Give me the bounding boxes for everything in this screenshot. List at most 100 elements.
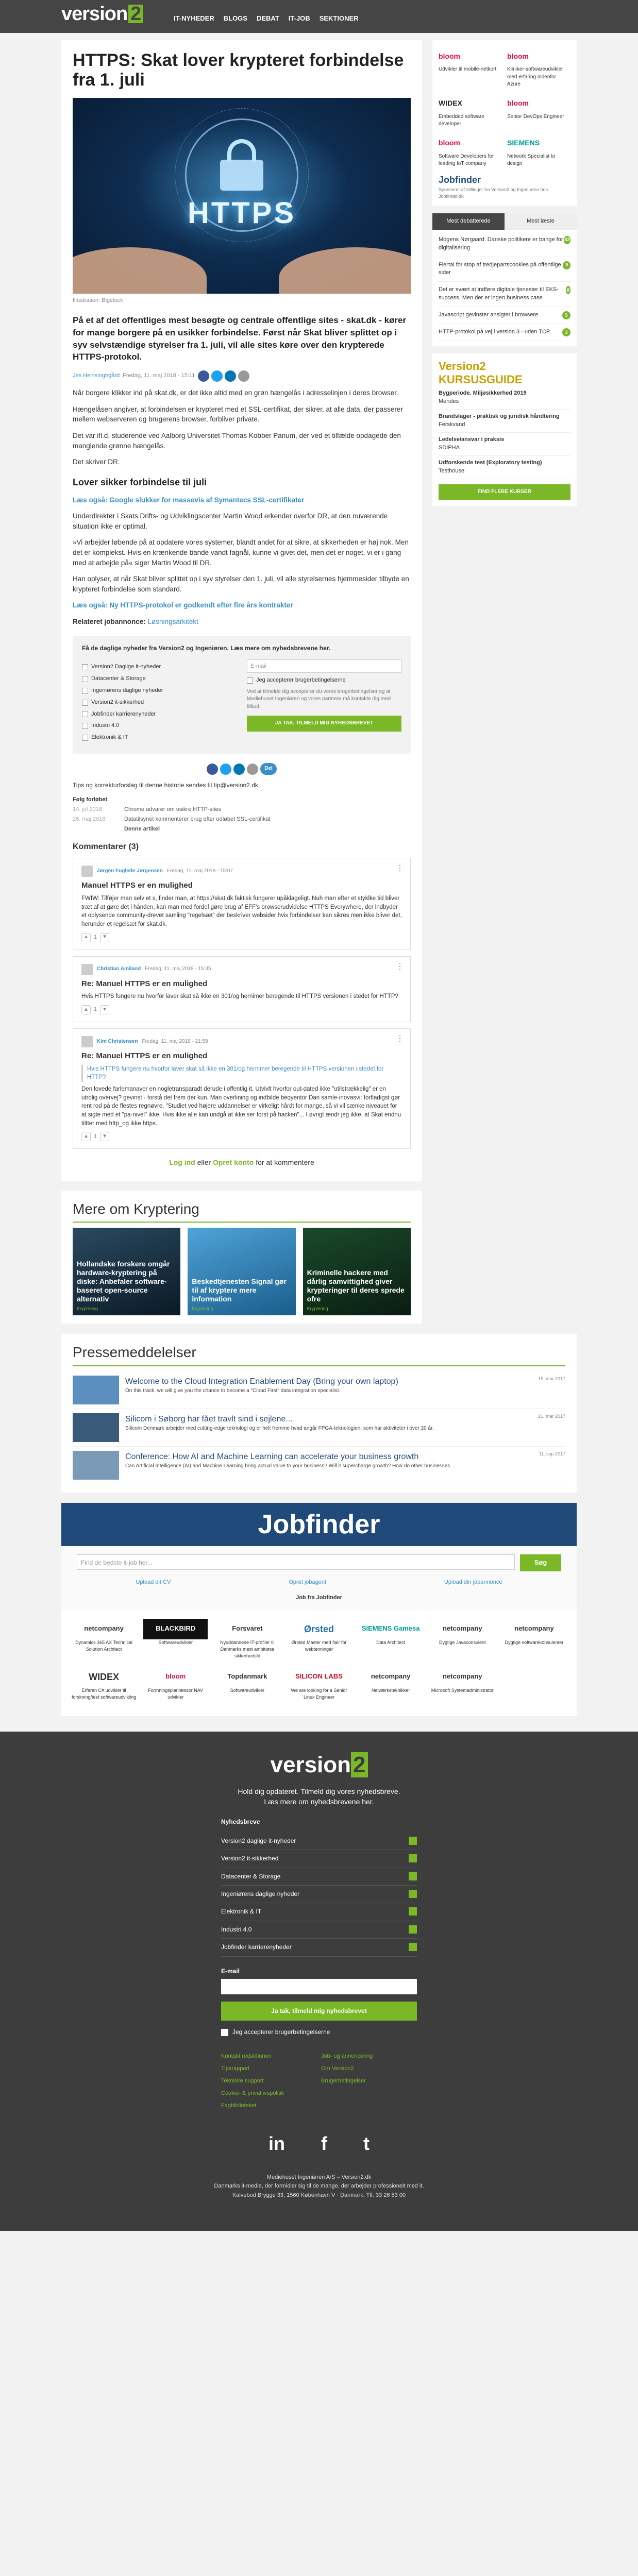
job-card[interactable]: netcompany Dynamics 365 AX Technical Solu… — [72, 1619, 136, 1659]
footer-link[interactable]: Fagbiblioteket — [221, 2102, 317, 2110]
tab-most-read[interactable]: Mest læste — [505, 213, 577, 230]
footer-link[interactable]: Tekniske support — [221, 2077, 317, 2086]
job-ad[interactable]: bloom Software Developers for leading IoT… — [439, 133, 502, 168]
linkedin-icon[interactable] — [225, 370, 237, 382]
linkedin-icon[interactable] — [233, 763, 245, 775]
footer-subscribe-button[interactable]: Ja tak, tilmeld mig nyhedsbrevet — [221, 2002, 417, 2021]
downvote-icon[interactable]: ▼ — [100, 1005, 110, 1015]
downvote-icon[interactable]: ▼ — [100, 1132, 110, 1142]
job-card[interactable]: Forsvaret Nyuddannede IT-profiler til Dan… — [215, 1619, 279, 1659]
newsletter-option[interactable]: Elektronik & IT — [82, 734, 237, 742]
job-card[interactable]: netcompany Dygtige softwarekonsulenter — [502, 1619, 566, 1659]
twitter-icon[interactable] — [211, 370, 223, 382]
nav-item-job[interactable]: IT-JOB — [289, 14, 310, 24]
footer-link[interactable] — [321, 2090, 417, 2098]
job-ad[interactable]: WIDEX Embedded software developer — [439, 94, 502, 128]
press-item[interactable]: Welcome to the Cloud Integration Enablem… — [73, 1371, 565, 1409]
footer-newsletter-option[interactable]: Elektronik & IT — [221, 1903, 417, 1921]
upload-cv-link[interactable]: Upload dit CV — [136, 1579, 171, 1587]
footer-newsletter-option[interactable]: Version2 daglige it-nyheder — [221, 1833, 417, 1851]
job-ad[interactable]: bloom Kliniker-softwareudvikler med erfar… — [507, 46, 570, 89]
job-ad[interactable]: SIEMENS Network Specialist to design — [507, 133, 570, 168]
register-link[interactable]: Opret konto — [213, 1158, 254, 1166]
footer-newsletter-option[interactable]: Ingeniørens daglige nyheder — [221, 1886, 417, 1904]
more-icon[interactable]: ⋮ — [396, 962, 404, 971]
newsletter-option[interactable]: Ingeniørens daglige nyheder — [82, 687, 237, 695]
also-read-link[interactable]: Læs også: Ny HTTPS-protokol er godkendt … — [73, 600, 411, 611]
footer-email-field[interactable] — [221, 1979, 417, 1995]
footer-link[interactable]: Kontakt redaktionen — [221, 2053, 317, 2061]
nav-item-nyheder[interactable]: IT-NYHEDER — [174, 14, 214, 24]
course-item[interactable]: Bygperiode. Miljøsikkerhed 2019 Mendes — [439, 386, 570, 410]
job-ad[interactable]: bloom Udvikler til mobile-netkort — [439, 46, 502, 89]
subscribe-button[interactable]: JA TAK, TILMELD MIG NYHEDSBREVET — [247, 716, 401, 732]
footer-link[interactable]: Brugerbetingelser — [321, 2077, 417, 2086]
timeline-item[interactable]: 26. maj 2018 Datatilsynet kommenterer bru… — [73, 816, 411, 824]
related-article[interactable]: Kriminelle hackere med dårlig samvittigh… — [303, 1228, 411, 1316]
more-icon[interactable]: ⋮ — [396, 1035, 404, 1043]
newsletter-option[interactable]: Version2 it-sikkerhed — [82, 699, 237, 707]
tab-most-debated[interactable]: Mest debatterede — [432, 213, 505, 230]
create-jobagent-link[interactable]: Opret jobagent — [289, 1579, 326, 1587]
mail-icon[interactable] — [238, 370, 250, 382]
jobfinder-logo[interactable]: Jobfinder — [439, 173, 570, 187]
timeline-item[interactable]: 14. jul 2018 Chrome advarer om usikre HTT… — [73, 806, 411, 814]
job-card[interactable]: WIDEX Erfaren C# udvikler til forskning/t… — [72, 1667, 136, 1701]
nav-item-blogs[interactable]: BLOGS — [224, 14, 247, 24]
footer-consent-checkbox[interactable]: Jeg accepterer brugerbetingelserne — [221, 2028, 417, 2037]
course-item[interactable]: Udforskende test (Exploratory testing) Te… — [439, 456, 570, 479]
job-card[interactable]: BLACKBIRD Softwareudvikler — [143, 1618, 208, 1659]
footer-newsletter-option[interactable]: Datacenter & Storage — [221, 1868, 417, 1886]
nav-item-debat[interactable]: DEBAT — [257, 14, 279, 24]
footer-newsletter-option[interactable]: Version2 it-sikkerhed — [221, 1850, 417, 1868]
newsletter-option[interactable]: Jobfinder karrierenyheder — [82, 710, 237, 719]
more-icon[interactable]: ⋮ — [396, 865, 404, 873]
popular-item[interactable]: Det er svært at indføre digitale tjenest… — [438, 282, 572, 308]
job-ad[interactable]: bloom Senior DevOps Engineer — [507, 94, 570, 128]
find-courses-button[interactable]: FIND FLERE KURSER — [439, 484, 570, 500]
job-search-input[interactable]: Find de bedste it-job her... — [77, 1554, 515, 1570]
linkedin-icon[interactable]: in — [268, 2130, 285, 2157]
newsletter-option[interactable]: Industri 4.0 — [82, 722, 237, 730]
job-card[interactable]: netcompany Microsoft Systemadministrator — [430, 1667, 495, 1701]
email-field[interactable]: E-mail — [247, 659, 401, 673]
job-card[interactable]: netcompany Netværksteknikker — [359, 1667, 423, 1701]
footer-link[interactable]: Om Version2 — [321, 2065, 417, 2073]
footer-link[interactable]: Job- og annoncering — [321, 2053, 417, 2061]
footer-link[interactable]: Cookie- & privatlivspolitik — [221, 2090, 317, 2098]
upvote-icon[interactable]: ▲ — [81, 1005, 91, 1015]
related-job-link[interactable]: Løsningsarkitekt — [148, 618, 198, 625]
upload-job-link[interactable]: Upload din jobannonce — [444, 1579, 502, 1587]
course-item[interactable]: Ledelse/ansvar i praksis SDIPHA — [439, 433, 570, 456]
login-link[interactable]: Log ind — [169, 1158, 195, 1166]
job-card[interactable]: bloom Formningsplanlæssor NAV udvikler — [143, 1667, 208, 1701]
footer-newsletter-option[interactable]: Industri 4.0 — [221, 1921, 417, 1939]
course-item[interactable]: Brandslager - praktisk og juridisk håndt… — [439, 410, 570, 433]
facebook-icon[interactable] — [198, 370, 210, 382]
job-card[interactable]: Topdanmark Softwareudvikler — [215, 1667, 279, 1701]
footer-newsletter-option[interactable]: Jobfinder karrierenyheder — [221, 1939, 417, 1957]
facebook-icon[interactable]: f — [321, 2130, 327, 2157]
facebook-icon[interactable] — [207, 763, 219, 775]
downvote-icon[interactable]: ▼ — [100, 933, 110, 942]
consent-checkbox[interactable]: Jeg accepterer brugerbetingelserne — [247, 676, 401, 685]
mail-icon[interactable] — [247, 763, 259, 775]
nav-item-sektioner[interactable]: SEKTIONER — [320, 14, 359, 24]
footer-link[interactable]: Tipsrapport — [221, 2065, 317, 2073]
share-count[interactable]: Del — [260, 763, 277, 775]
twitter-icon[interactable] — [220, 763, 232, 775]
press-item[interactable]: Conference: How AI and Machine Learning … — [73, 1447, 565, 1484]
author-link[interactable]: Jes Heinsinghgård — [73, 372, 120, 380]
popular-item[interactable]: Flertal for stop af tredjepartscookies p… — [438, 257, 572, 282]
upvote-icon[interactable]: ▲ — [81, 933, 91, 942]
job-card[interactable]: netcompany Dygtige Javaconsulent — [430, 1619, 495, 1659]
job-card[interactable]: Ørsted Ørsted Master med flair for webten… — [287, 1619, 351, 1659]
footer-logo[interactable]: version2 — [0, 1752, 638, 1778]
job-search-button[interactable]: Søg — [520, 1554, 561, 1571]
related-article[interactable]: Hollandske forskere omgår hardware-krypt… — [73, 1228, 181, 1316]
press-item[interactable]: Silicom i Søborg har fået travlt sind i … — [73, 1409, 565, 1447]
popular-item[interactable]: Javascript gevinster ansigter i browsere… — [438, 307, 572, 325]
also-read-link[interactable]: Læs også: Google slukker for massevis af… — [73, 495, 411, 505]
newsletter-option[interactable]: Datacenter & Storage — [82, 675, 237, 683]
popular-item[interactable]: HTTP-protokol på vej i version 3 - uden … — [438, 324, 572, 342]
